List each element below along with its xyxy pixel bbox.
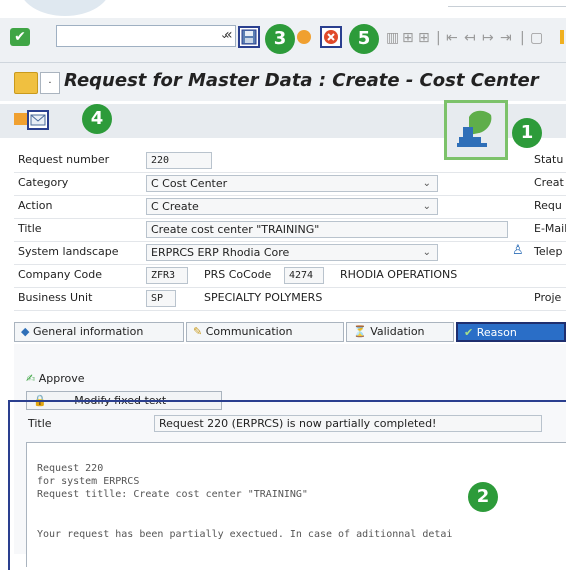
cancel-icon xyxy=(324,30,338,44)
system-landscape-value: ERPRCS ERP Rhodia Core xyxy=(151,246,290,259)
form-row-action: Action C Create ⌄ xyxy=(14,196,566,219)
marker-badge-5: 5 xyxy=(349,24,379,54)
status-label: Statu xyxy=(534,153,564,166)
tab-label: Validation xyxy=(370,325,425,338)
tab-label: Reason xyxy=(476,326,517,339)
form-row-request-number: Request number 220 xyxy=(14,150,566,173)
telephone-label: Telep xyxy=(534,245,563,258)
business-unit-name-text: SPECIALTY POLYMERS xyxy=(204,291,323,304)
enter-check-icon[interactable]: ✔ xyxy=(10,28,30,46)
action-label: Action xyxy=(18,199,53,212)
form-row-category: Category C Cost Center ⌄ xyxy=(14,173,566,196)
approve-stamp-icon: ✔ xyxy=(464,326,474,339)
window-icon[interactable]: ▢ xyxy=(530,30,543,46)
double-arrow-icon[interactable]: « xyxy=(224,27,233,43)
marker-badge-1: 1 xyxy=(512,118,542,148)
tab-validation[interactable]: ⏳ Validation xyxy=(346,322,454,342)
message-line: Request 220 xyxy=(37,463,104,474)
communication-icon: ✎ xyxy=(193,325,203,338)
diamond-icon: ◆ xyxy=(21,325,30,338)
form-row-system-landscape: System landscape ERPRCS ERP Rhodia Core ⌄… xyxy=(14,242,566,265)
business-unit-label: Business Unit xyxy=(18,291,93,304)
marker-badge-4: 4 xyxy=(82,104,112,134)
chevron-down-icon[interactable]: ⌄ xyxy=(423,176,431,191)
form-row-company-code: Company Code ZFR3 PRS CoCode 4274 RHODIA… xyxy=(14,265,566,288)
tab-reason[interactable]: ✔ Reason xyxy=(456,322,566,342)
app-logo-arc xyxy=(20,0,110,16)
created-label: Creat xyxy=(534,176,564,189)
save-icon xyxy=(241,29,257,45)
tab-label: General information xyxy=(32,325,144,338)
mail-button[interactable] xyxy=(27,110,49,130)
find-icon[interactable]: ⊞ xyxy=(402,30,414,46)
category-value: C Cost Center xyxy=(151,177,228,190)
contact-person-icon[interactable]: ♙ xyxy=(512,244,524,258)
toolbar-end-marker xyxy=(560,30,564,44)
back-icon[interactable] xyxy=(297,30,311,44)
message-title-label: Title xyxy=(28,417,52,430)
form-row-business-unit: Business Unit SP SPECIALTY POLYMERS xyxy=(14,288,566,311)
form-row-title: Title Create cost center "TRAINING" xyxy=(14,219,566,242)
title-label: Title xyxy=(18,222,42,235)
page-title: Request for Master Data : Create - Cost … xyxy=(64,70,539,91)
company-code-label: Company Code xyxy=(18,268,102,281)
company-name-text: RHODIA OPERATIONS xyxy=(340,268,458,281)
message-title-field[interactable]: Request 220 (ERPRCS) is now partially co… xyxy=(154,415,542,432)
separator-icon: | xyxy=(520,30,525,46)
system-landscape-select[interactable]: ERPRCS ERP Rhodia Core ⌄ xyxy=(146,244,438,261)
title-input[interactable]: Create cost center "TRAINING" xyxy=(146,221,508,238)
menu-dropdown-icon[interactable]: . xyxy=(40,72,60,94)
mail-icon xyxy=(30,114,46,126)
print-icon[interactable]: ▥ xyxy=(386,30,399,46)
business-unit-field[interactable]: SP xyxy=(146,290,176,307)
save-button[interactable] xyxy=(238,26,260,48)
approve-label: Approve xyxy=(38,372,85,385)
marker-badge-2: 2 xyxy=(468,482,498,512)
prev-page-icon[interactable]: ↤ xyxy=(464,30,476,46)
action-value: C Create xyxy=(151,200,199,213)
header-bar-mark xyxy=(448,0,566,7)
system-landscape-label: System landscape xyxy=(18,245,119,258)
request-number-field[interactable]: 220 xyxy=(146,152,212,169)
separator-icon: | xyxy=(436,30,441,46)
category-label: Category xyxy=(18,176,69,189)
message-title-row: Title Request 220 (ERPRCS) is now partia… xyxy=(26,414,546,434)
category-select[interactable]: C Cost Center ⌄ xyxy=(146,175,438,192)
validation-icon: ⏳ xyxy=(353,325,367,338)
message-line: Request titlle: Create cost center "TRAI… xyxy=(37,489,308,500)
next-page-icon[interactable]: ↦ xyxy=(482,30,494,46)
tab-label: Communication xyxy=(205,325,293,338)
tools-icon[interactable] xyxy=(14,113,28,125)
approve-stamp-icon xyxy=(457,110,492,147)
company-code-field[interactable]: ZFR3 xyxy=(146,267,188,284)
first-page-icon[interactable]: ⇤ xyxy=(446,30,458,46)
message-line: Your request has been partially exectued… xyxy=(37,529,453,540)
chevron-down-icon[interactable]: ⌄ xyxy=(423,199,431,214)
chevron-down-icon[interactable]: ⌄ xyxy=(423,245,431,260)
approve-icon: ✍ xyxy=(26,372,36,385)
requester-label: Requ xyxy=(534,199,562,212)
marker-badge-3: 3 xyxy=(265,24,295,54)
prs-cocode-field[interactable]: 4274 xyxy=(284,267,324,284)
request-number-label: Request number xyxy=(18,153,110,166)
tab-general-information[interactable]: ◆ General information xyxy=(14,322,184,342)
action-select[interactable]: C Create ⌄ xyxy=(146,198,438,215)
menu-icon[interactable] xyxy=(14,72,38,94)
find-next-icon[interactable]: ⊞ xyxy=(418,30,430,46)
approve-button[interactable]: ✍ Approve xyxy=(26,372,85,385)
cancel-button[interactable] xyxy=(320,26,342,48)
message-line: for system ERPRCS xyxy=(37,476,140,487)
prs-cocode-label: PRS CoCode xyxy=(204,268,272,281)
last-page-icon[interactable]: ⇥ xyxy=(500,30,512,46)
command-field[interactable]: ⌄ xyxy=(56,25,236,47)
project-label: Proje xyxy=(534,291,562,304)
tab-communication[interactable]: ✎ Communication xyxy=(186,322,344,342)
email-label: E-Mail xyxy=(534,222,566,235)
